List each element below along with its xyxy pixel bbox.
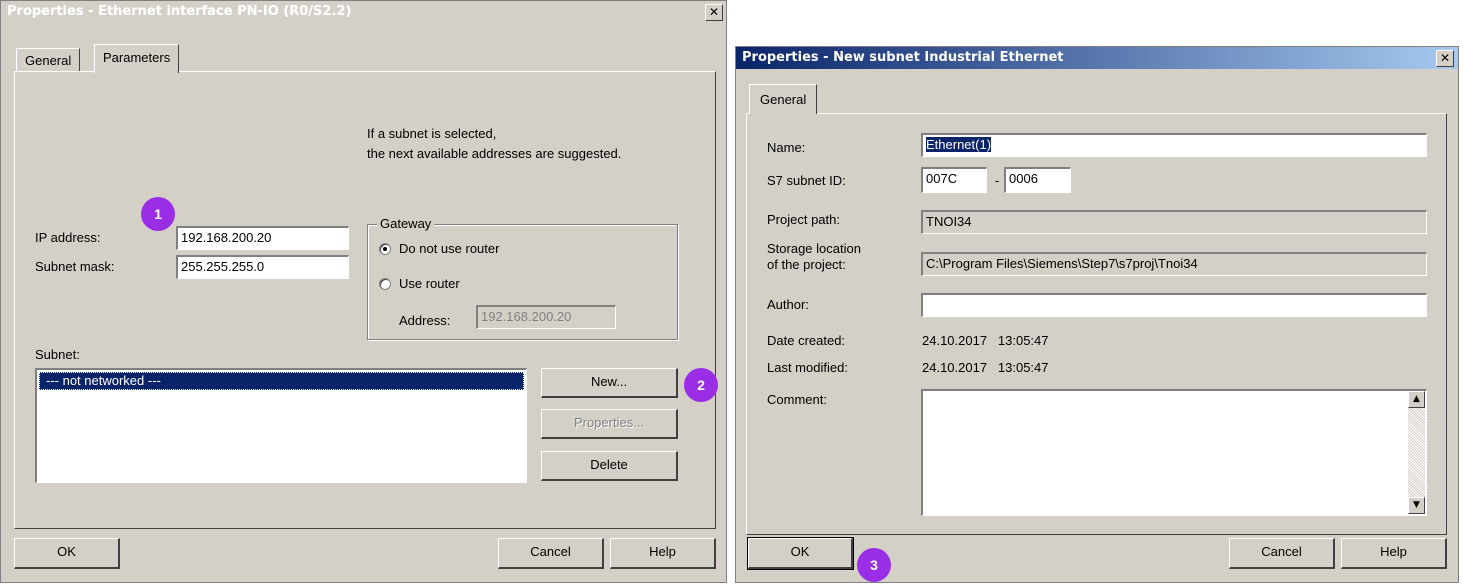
date-created-label: Date created: <box>767 333 846 348</box>
tab-general-right-label: General <box>760 92 807 107</box>
storage-location-label-1: Storage location <box>767 241 861 256</box>
comment-label: Comment: <box>767 392 827 407</box>
last-modified-label: Last modified: <box>767 360 848 375</box>
left-help-button[interactable]: Help <box>610 538 716 569</box>
do-not-use-router-radio[interactable] <box>379 243 391 255</box>
subnet-list-item[interactable]: --- not networked --- <box>39 372 524 390</box>
subnet-list[interactable]: --- not networked --- <box>35 368 527 483</box>
hint-line-2: the next available addresses are suggest… <box>367 146 622 161</box>
left-cancel-button[interactable]: Cancel <box>498 538 604 569</box>
subnet-id-label: S7 subnet ID: <box>767 173 846 188</box>
scroll-down-arrow-icon[interactable]: ▼ <box>1408 497 1425 514</box>
gateway-legend: Gateway <box>377 216 435 231</box>
tab-general-label: General <box>25 53 72 68</box>
right-properties-dialog: Properties - New subnet Industrial Ether… <box>735 46 1459 583</box>
storage-location-field: C:\Program Files\Siemens\Step7\s7proj\Tn… <box>921 252 1427 276</box>
last-modified-value: 24.10.2017 13:05:47 <box>922 360 1049 375</box>
tab-general-right[interactable]: General <box>749 84 818 114</box>
subnet-label: Subnet: <box>35 347 80 362</box>
use-router-radio[interactable] <box>379 278 391 290</box>
project-path-field: TNOI34 <box>921 210 1427 234</box>
right-cancel-button[interactable]: Cancel <box>1229 538 1335 569</box>
router-address-input[interactable]: 192.168.200.20 <box>476 305 616 329</box>
left-dialog-titlebar[interactable]: Properties - Ethernet interface PN-IO (R… <box>1 1 726 23</box>
close-icon: ✕ <box>1439 51 1451 65</box>
ip-address-label: IP address: <box>35 230 101 245</box>
delete-subnet-button[interactable]: Delete <box>541 451 678 481</box>
tab-parameters[interactable]: Parameters <box>94 44 180 73</box>
scroll-up-arrow-icon[interactable]: ▲ <box>1408 391 1425 408</box>
storage-location-label-2: of the project: <box>767 257 846 272</box>
hint-line-1: If a subnet is selected, <box>367 126 497 141</box>
close-icon: ✕ <box>708 5 720 19</box>
subnet-mask-input[interactable]: 255.255.255.0 <box>176 255 349 279</box>
subnet-id-part-a-input[interactable]: 007C <box>921 167 987 193</box>
right-dialog-title: Properties - New subnet Industrial Ether… <box>742 50 1064 65</box>
subnet-id-separator: - <box>995 173 1000 188</box>
name-label: Name: <box>767 140 806 155</box>
left-ok-button[interactable]: OK <box>14 538 120 569</box>
subnet-id-part-b-input[interactable]: 0006 <box>1004 167 1071 193</box>
name-input[interactable]: Ethernet(1) <box>921 133 1427 157</box>
use-router-label[interactable]: Use router <box>399 276 460 291</box>
annotation-badge-1: 1 <box>141 197 175 231</box>
author-label: Author: <box>767 297 809 312</box>
right-close-button[interactable]: ✕ <box>1436 50 1454 67</box>
left-close-button[interactable]: ✕ <box>705 4 723 21</box>
tab-parameters-label: Parameters <box>103 50 171 65</box>
subnet-properties-button[interactable]: Properties... <box>541 409 678 439</box>
author-input[interactable] <box>921 293 1427 317</box>
project-path-label: Project path: <box>767 212 840 227</box>
left-dialog-title: Properties - Ethernet interface PN-IO (R… <box>7 4 352 19</box>
annotation-badge-2: 2 <box>684 368 718 402</box>
subnet-mask-label: Subnet mask: <box>35 259 115 274</box>
comment-textarea[interactable] <box>921 389 1427 516</box>
ip-address-input[interactable]: 192.168.200.20 <box>176 226 349 250</box>
name-input-selected-text: Ethernet(1) <box>926 137 992 152</box>
comment-scrollbar[interactable]: ▲ ▼ <box>1408 391 1425 514</box>
right-dialog-titlebar[interactable]: Properties - New subnet Industrial Ether… <box>736 47 1458 69</box>
right-help-button[interactable]: Help <box>1341 538 1447 569</box>
annotation-badge-3: 3 <box>857 548 891 582</box>
router-address-label: Address: <box>399 313 451 328</box>
date-created-value: 24.10.2017 13:05:47 <box>922 333 1049 348</box>
do-not-use-router-label[interactable]: Do not use router <box>399 241 499 256</box>
left-properties-dialog: Properties - Ethernet interface PN-IO (R… <box>0 0 727 583</box>
right-ok-button[interactable]: OK <box>747 537 854 570</box>
new-subnet-button[interactable]: New... <box>541 368 678 398</box>
tab-general[interactable]: General <box>16 48 81 72</box>
